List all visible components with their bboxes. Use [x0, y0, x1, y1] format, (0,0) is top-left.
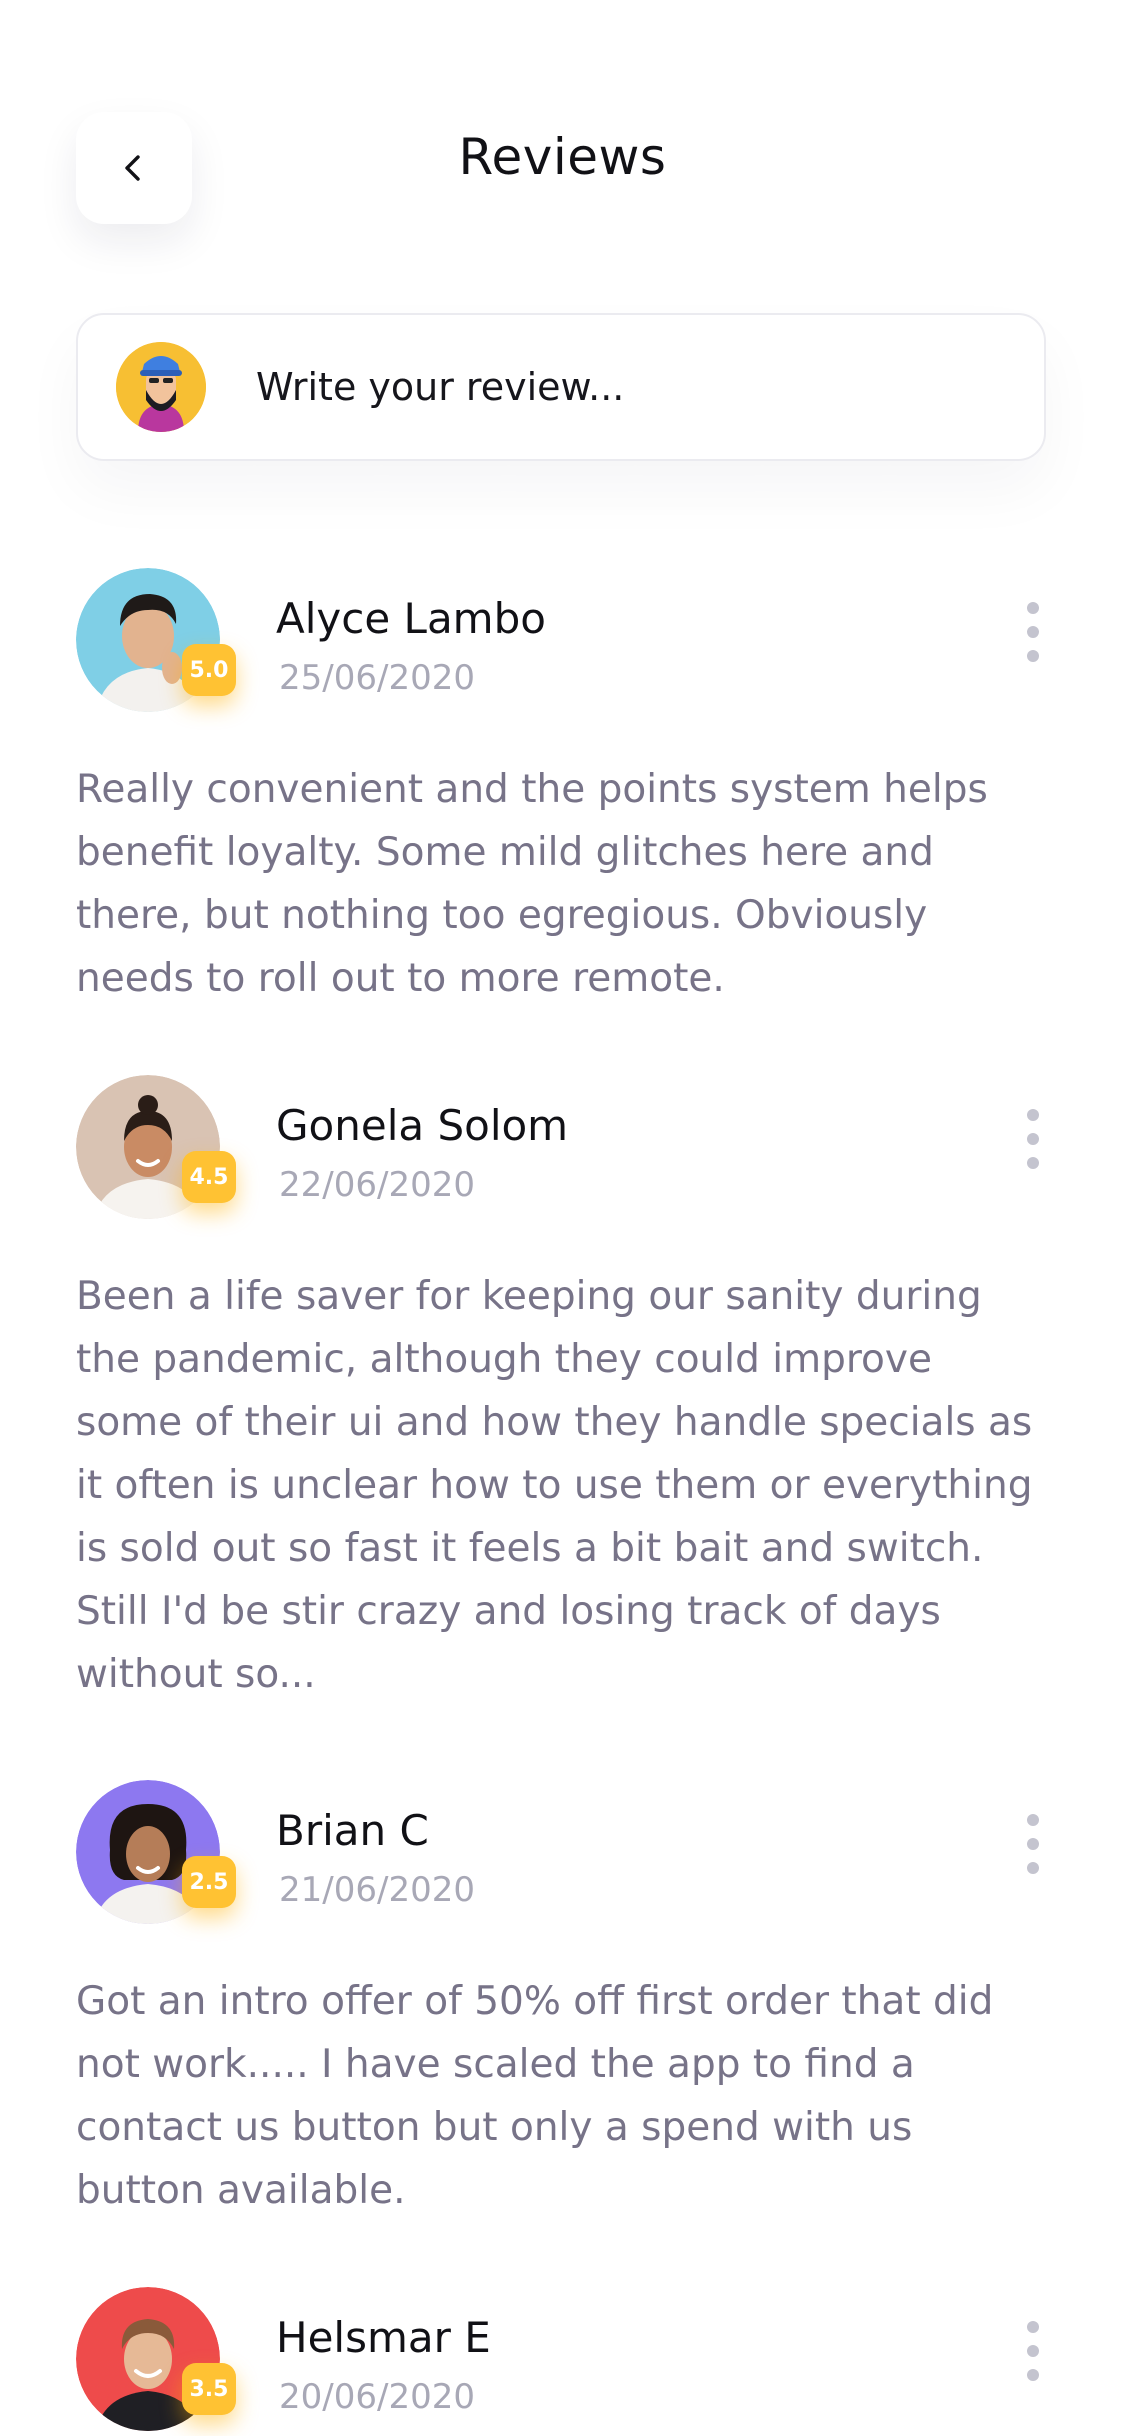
review-text: Been a life saver for keeping our sanity… [76, 1274, 1033, 1697]
reviewer-avatar-wrap[interactable]: 3.5 [76, 2287, 236, 2431]
more-vertical-icon-dot [1027, 2369, 1039, 2381]
reviewer-name: Helsmar E [276, 2313, 491, 2362]
more-vertical-icon [1027, 2321, 1039, 2333]
more-vertical-icon-dot [1027, 1133, 1039, 1145]
current-user-avatar [116, 342, 206, 432]
write-review-input[interactable]: Write your review... [76, 313, 1046, 461]
reviewer-avatar-wrap[interactable]: 4.5 [76, 1075, 236, 1219]
more-options-button[interactable] [1018, 1109, 1048, 1169]
review-date: 25/06/2020 [279, 658, 475, 698]
more-options-button[interactable] [1018, 2321, 1048, 2381]
review-date: 20/06/2020 [279, 2377, 475, 2417]
review-text: Got an intro offer of 50% off first orde… [76, 1979, 994, 2213]
more-vertical-icon [1027, 1109, 1039, 1121]
more-vertical-icon-dot [1027, 650, 1039, 662]
reviewer-avatar-wrap[interactable]: 2.5 [76, 1780, 236, 1924]
more-vertical-icon [1027, 1814, 1039, 1826]
more-vertical-icon [1027, 602, 1039, 614]
rating-badge: 3.5 [182, 2363, 236, 2415]
more-vertical-icon-dot [1027, 1838, 1039, 1850]
review-date: 22/06/2020 [279, 1165, 475, 1205]
more-options-button[interactable] [1018, 1814, 1048, 1874]
more-vertical-icon-dot [1027, 2345, 1039, 2357]
more-options-button[interactable] [1018, 602, 1048, 662]
more-vertical-icon-dot [1027, 626, 1039, 638]
reviewer-name: Alyce Lambo [276, 594, 546, 643]
review-text: Really convenient and the points system … [76, 767, 988, 1001]
reviews-screen: Reviews Write your review... 5.0 Alyce L… [0, 0, 1125, 2436]
rating-badge: 4.5 [182, 1151, 236, 1203]
write-review-placeholder: Write your review... [256, 365, 625, 409]
more-vertical-icon-dot [1027, 1157, 1039, 1169]
page-title: Reviews [458, 128, 667, 186]
rating-badge: 5.0 [182, 644, 236, 696]
reviewer-name: Brian C [276, 1806, 429, 1855]
more-vertical-icon-dot [1027, 1862, 1039, 1874]
reviewer-avatar-wrap[interactable]: 5.0 [76, 568, 236, 712]
rating-badge: 2.5 [182, 1856, 236, 1908]
reviewer-name: Gonela Solom [276, 1101, 569, 1150]
review-date: 21/06/2020 [279, 1870, 475, 1910]
